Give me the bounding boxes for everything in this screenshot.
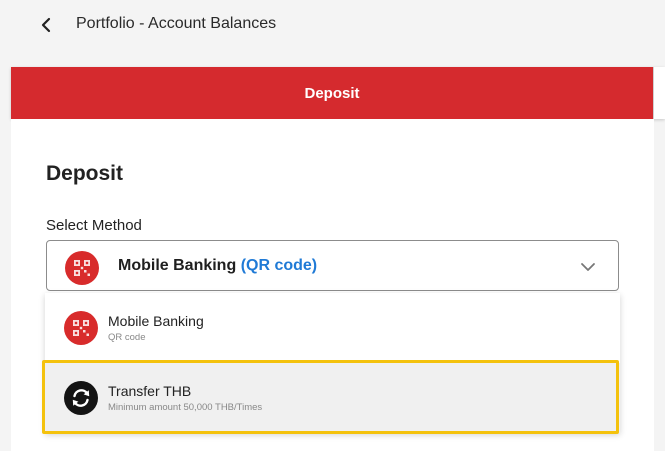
option-subtitle: Minimum amount 50,000 THB/Times [108,402,263,413]
deposit-card: Deposit Select Method Mobile Banking (QR… [11,119,654,451]
qr-code-icon [65,251,99,290]
chevron-down-icon [581,263,595,271]
qr-code-icon [64,311,98,350]
selected-method: Mobile Banking (QR code) [118,256,317,276]
option-transfer-thb[interactable]: Transfer THB Minimum amount 50,000 THB/T… [45,363,620,433]
tab-deposit[interactable]: Deposit [11,67,653,119]
select-method-label: Select Method [46,217,142,234]
selected-method-qualifier: (QR code) [240,257,318,274]
selected-method-name: Mobile Banking [118,257,237,274]
method-dropdown: Mobile Banking QR code Transfer THB Mini… [45,293,620,433]
top-bar: Portfolio - Account Balances [0,0,665,50]
option-title: Transfer THB [108,383,192,399]
option-title: Mobile Banking [108,313,204,329]
option-subtitle: QR code [108,332,146,343]
tab-divider [653,67,654,119]
tab-bar: Deposit [11,67,665,119]
option-mobile-banking[interactable]: Mobile Banking QR code [45,293,620,363]
transfer-icon [64,381,98,420]
page-title: Portfolio - Account Balances [76,15,277,32]
chevron-left-icon [41,17,51,33]
section-title: Deposit [46,162,124,185]
method-select[interactable]: Mobile Banking (QR code) [46,240,619,291]
back-button[interactable] [36,13,56,37]
